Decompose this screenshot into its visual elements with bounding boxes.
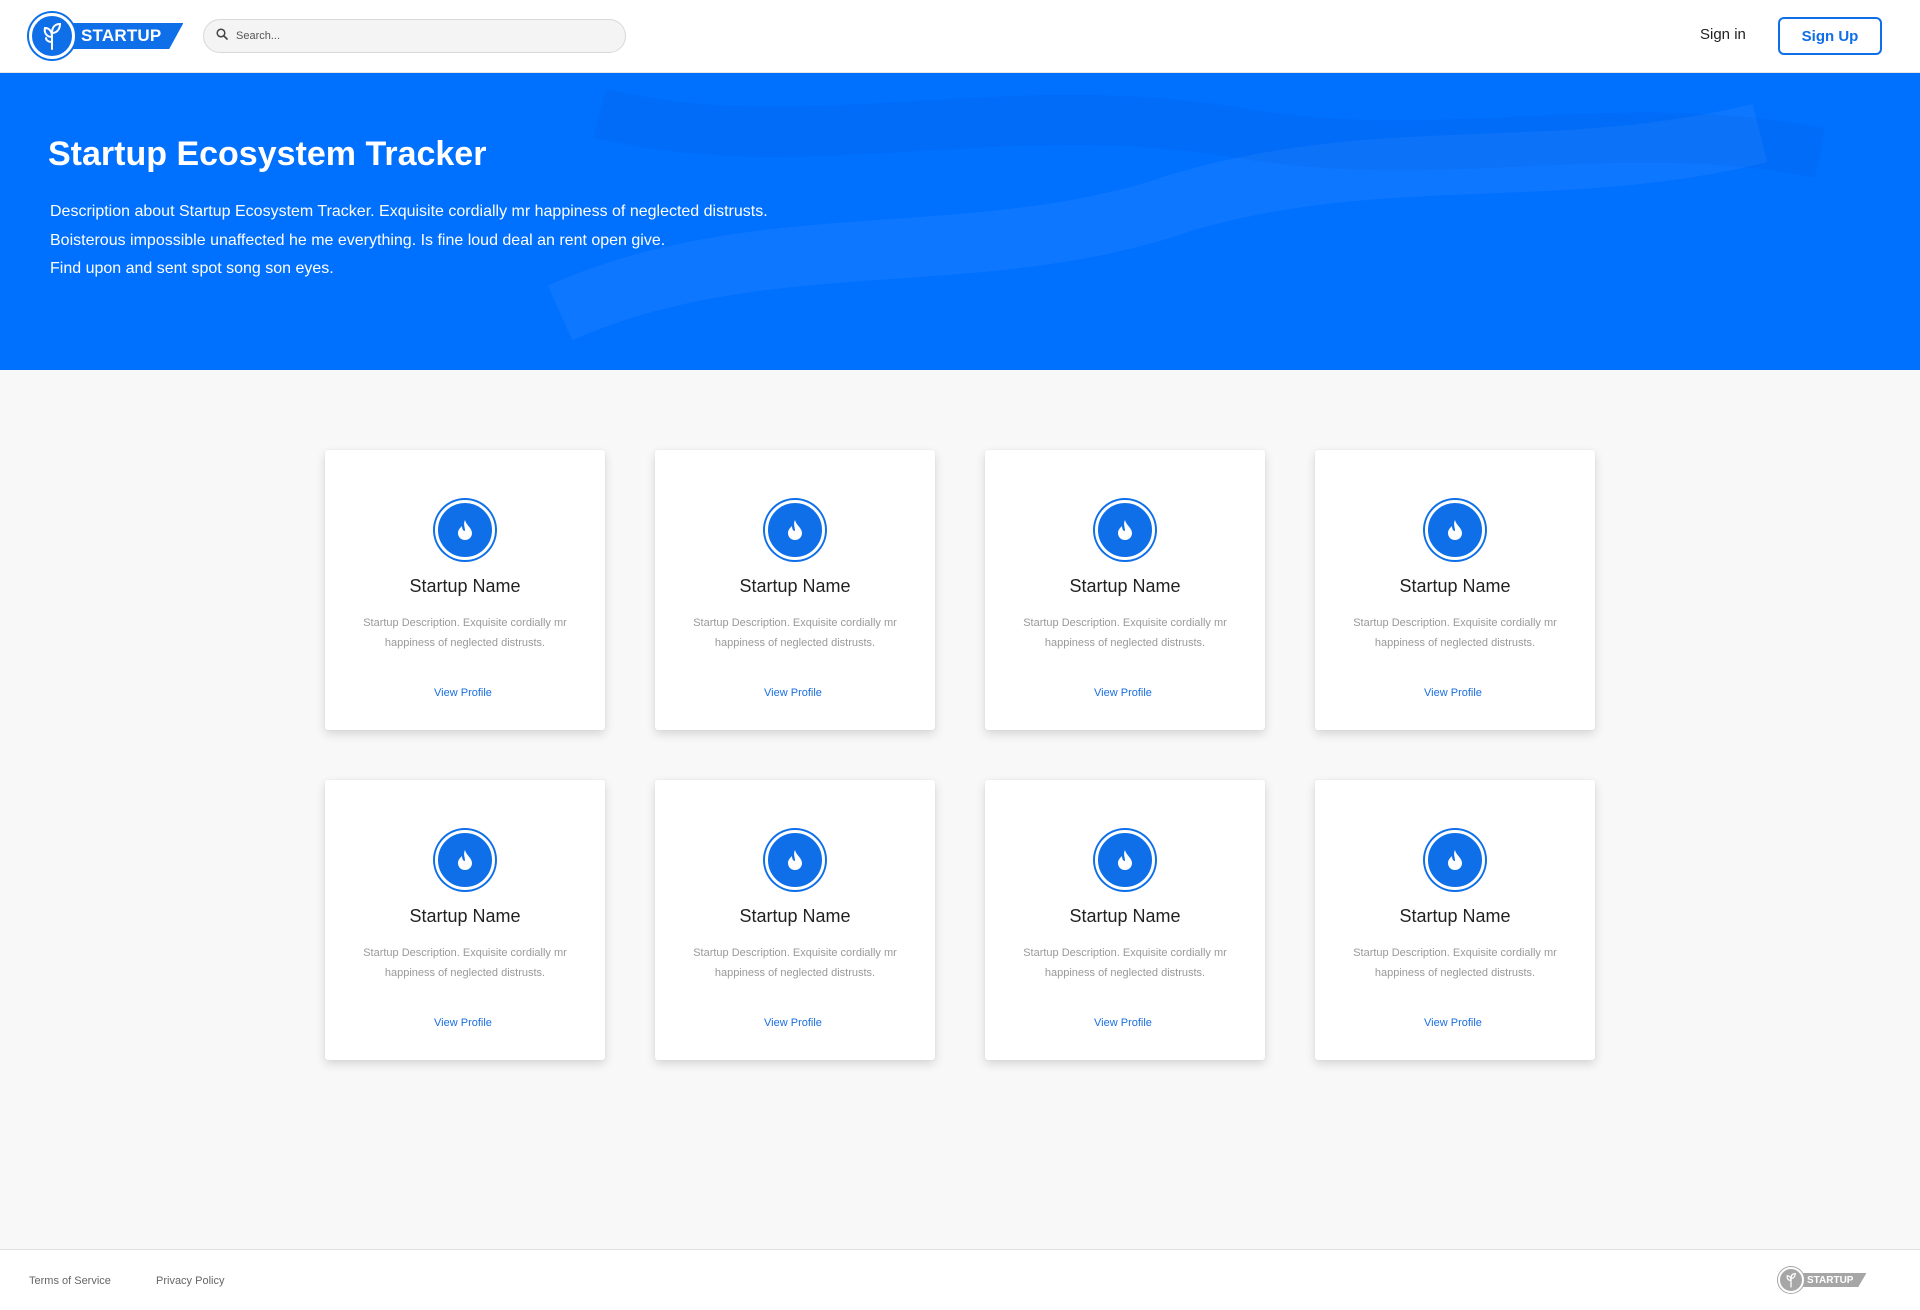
startup-description-line: happiness of neglected distrusts. bbox=[1374, 636, 1536, 649]
startup-description-line: Startup Description. Exquisite cordially… bbox=[693, 617, 897, 629]
search-bar bbox=[203, 19, 626, 53]
startup-name: Startup Name bbox=[739, 576, 851, 596]
flame-icon bbox=[1095, 500, 1155, 560]
view-profile-link[interactable]: View Profile bbox=[1315, 1017, 1591, 1029]
startup-description-line: Startup Description. Exquisite cordially… bbox=[1023, 947, 1227, 959]
hero-description-line: Boisterous impossible unaffected he me e… bbox=[50, 231, 666, 249]
startup-description: Startup Description. Exquisite cordially… bbox=[1335, 614, 1575, 653]
sign-in-link[interactable]: Sign in bbox=[1700, 26, 1746, 43]
startup-description-line: happiness of neglected distrusts. bbox=[1374, 966, 1536, 979]
startup-description-line: happiness of neglected distrusts. bbox=[1044, 966, 1206, 979]
view-profile-link[interactable]: View Profile bbox=[325, 1017, 601, 1029]
flame-icon bbox=[1095, 830, 1155, 890]
startup-description-line: happiness of neglected distrusts. bbox=[384, 636, 546, 649]
startup-description-line: Startup Description. Exquisite cordially… bbox=[363, 947, 567, 959]
startup-name: Startup Name bbox=[1399, 576, 1511, 596]
startup-description-line: happiness of neglected distrusts. bbox=[714, 966, 876, 979]
startup-card: Startup Name Startup Description. Exquis… bbox=[1315, 780, 1595, 1060]
flame-icon bbox=[765, 500, 825, 560]
startup-description-line: Startup Description. Exquisite cordially… bbox=[363, 617, 567, 629]
startup-description-line: Startup Description. Exquisite cordially… bbox=[1023, 617, 1227, 629]
startup-name: Startup Name bbox=[1069, 906, 1181, 926]
top-navbar: STARTUP Sign in Sign Up bbox=[0, 0, 1920, 73]
startup-name: Startup Name bbox=[409, 906, 521, 926]
startup-description-line: happiness of neglected distrusts. bbox=[1044, 636, 1206, 649]
startup-card: Startup Name Startup Description. Exquis… bbox=[985, 450, 1265, 730]
flame-icon bbox=[1425, 500, 1485, 560]
flame-icon bbox=[765, 830, 825, 890]
flame-icon bbox=[435, 830, 495, 890]
startup-card-grid: Startup Name Startup Description. Exquis… bbox=[325, 450, 1595, 1060]
view-profile-link[interactable]: View Profile bbox=[985, 687, 1261, 699]
hero-description-line: Description about Startup Ecosystem Trac… bbox=[50, 203, 768, 220]
startup-description-line: Startup Description. Exquisite cordially… bbox=[693, 947, 897, 959]
startup-card: Startup Name Startup Description. Exquis… bbox=[655, 450, 935, 730]
logo-text: STARTUP bbox=[65, 23, 184, 49]
startup-description: Startup Description. Exquisite cordially… bbox=[1005, 944, 1245, 983]
startup-description-line: happiness of neglected distrusts. bbox=[714, 636, 876, 649]
hero-description: Description about Startup Ecosystem Trac… bbox=[50, 198, 768, 284]
view-profile-link[interactable]: View Profile bbox=[1315, 687, 1591, 699]
startup-description: Startup Description. Exquisite cordially… bbox=[675, 614, 915, 653]
startup-name: Startup Name bbox=[409, 576, 521, 596]
view-profile-link[interactable]: View Profile bbox=[655, 687, 931, 699]
view-profile-link[interactable]: View Profile bbox=[325, 687, 601, 699]
search-input[interactable] bbox=[236, 30, 616, 42]
startup-card: Startup Name Startup Description. Exquis… bbox=[1315, 450, 1595, 730]
flame-icon bbox=[435, 500, 495, 560]
privacy-policy-link[interactable]: Privacy Policy bbox=[156, 1275, 224, 1287]
hero-banner: Startup Ecosystem Tracker Description ab… bbox=[0, 73, 1920, 370]
startup-description-line: Startup Description. Exquisite cordially… bbox=[1353, 947, 1557, 959]
startup-description-line: happiness of neglected distrusts. bbox=[384, 966, 546, 979]
seedling-icon bbox=[1778, 1267, 1804, 1293]
sign-up-button[interactable]: Sign Up bbox=[1778, 17, 1882, 55]
startup-description: Startup Description. Exquisite cordially… bbox=[1335, 944, 1575, 983]
startup-name: Startup Name bbox=[739, 906, 851, 926]
startup-card: Startup Name Startup Description. Exquis… bbox=[655, 780, 935, 1060]
startup-description: Startup Description. Exquisite cordially… bbox=[345, 614, 585, 653]
search-icon bbox=[216, 27, 228, 45]
startup-card: Startup Name Startup Description. Exquis… bbox=[325, 780, 605, 1060]
startup-card: Startup Name Startup Description. Exquis… bbox=[325, 450, 605, 730]
footer: Terms of Service Privacy Policy STARTUP bbox=[0, 1249, 1920, 1310]
startup-name: Startup Name bbox=[1069, 576, 1181, 596]
terms-of-service-link[interactable]: Terms of Service bbox=[29, 1275, 111, 1287]
footer-logo[interactable]: STARTUP bbox=[1778, 1267, 1867, 1293]
startup-card: Startup Name Startup Description. Exquis… bbox=[985, 780, 1265, 1060]
flame-icon bbox=[1425, 830, 1485, 890]
startup-description: Startup Description. Exquisite cordially… bbox=[345, 944, 585, 983]
startup-description: Startup Description. Exquisite cordially… bbox=[1005, 614, 1245, 653]
seedling-icon bbox=[29, 13, 75, 59]
startup-description-line: Startup Description. Exquisite cordially… bbox=[1353, 617, 1557, 629]
footer-logo-text: STARTUP bbox=[1798, 1273, 1867, 1287]
view-profile-link[interactable]: View Profile bbox=[985, 1017, 1261, 1029]
hero-description-line: Find upon and sent spot song son eyes. bbox=[50, 260, 334, 277]
page-title: Startup Ecosystem Tracker bbox=[48, 135, 487, 173]
startup-logo[interactable]: STARTUP bbox=[29, 13, 184, 59]
startup-name: Startup Name bbox=[1399, 906, 1511, 926]
view-profile-link[interactable]: View Profile bbox=[655, 1017, 931, 1029]
startup-description: Startup Description. Exquisite cordially… bbox=[675, 944, 915, 983]
